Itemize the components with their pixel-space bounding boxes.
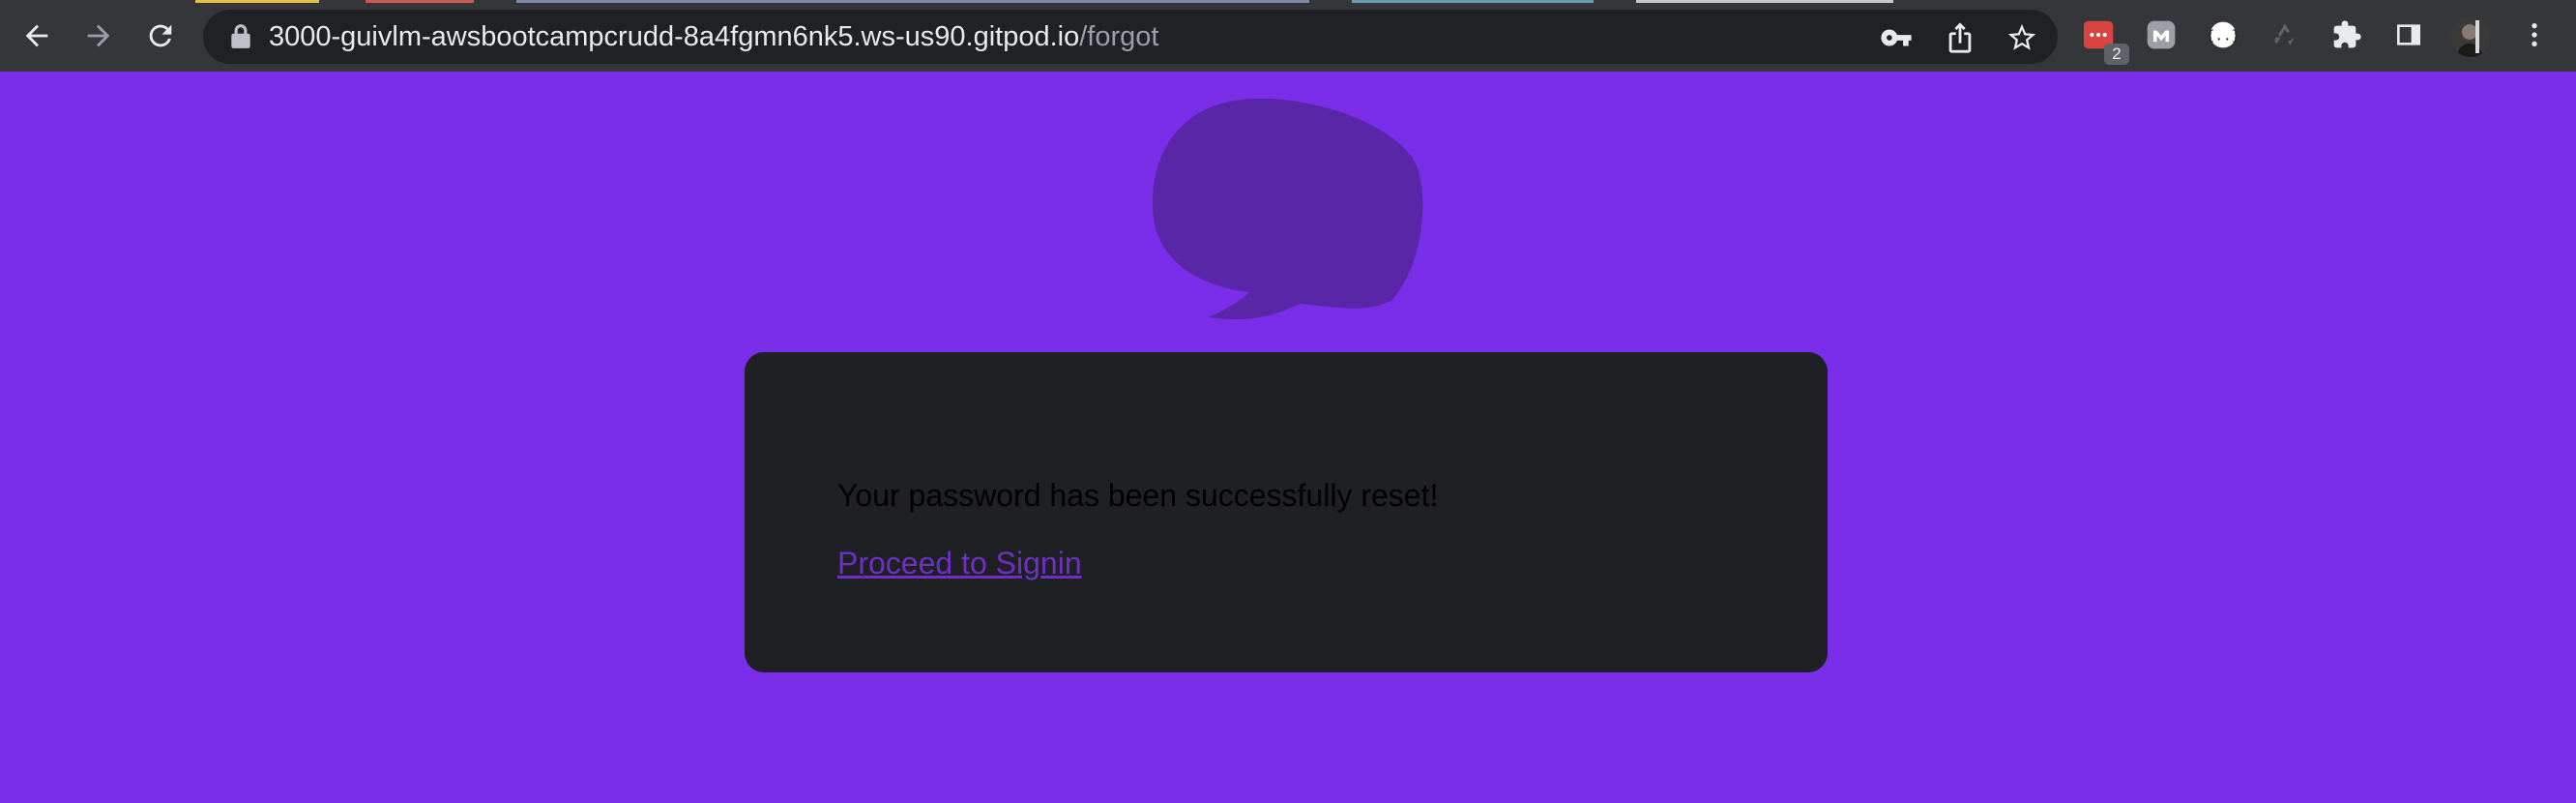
url-text[interactable]: 3000-guivlm-awsbootcampcrudd-8a4fgmn6nk5… [269, 20, 1158, 53]
side-panel-icon[interactable] [2390, 16, 2427, 53]
arrow-left-icon [25, 24, 48, 47]
success-message: Your password has been successfully rese… [837, 478, 1439, 513]
url-host: 3000-guivlm-awsbootcampcrudd-8a4fgmn6nk5… [269, 21, 1080, 52]
tab-indicator [1352, 0, 1594, 3]
speech-bubble-logo-icon [1152, 98, 1423, 320]
tab-indicator [1636, 0, 1893, 3]
extension-bracket-icon[interactable]: {..} [2205, 16, 2241, 53]
extension-recycle-icon[interactable] [2267, 16, 2303, 53]
extension-m-icon[interactable] [2143, 16, 2180, 53]
bookmark-star-icon[interactable] [2005, 21, 2038, 54]
arrow-right-icon [87, 24, 110, 47]
tab-indicator [516, 0, 1309, 3]
profile-avatar[interactable] [2450, 16, 2491, 57]
key-icon[interactable] [1880, 21, 1913, 54]
url-path: /forgot [1079, 21, 1159, 52]
svg-text:{..}: {..} [2207, 28, 2239, 44]
browser-toolbar: 3000-guivlm-awsbootcampcrudd-8a4fgmn6nk5… [0, 0, 2576, 72]
address-bar[interactable]: 3000-guivlm-awsbootcampcrudd-8a4fgmn6nk5… [203, 10, 2058, 64]
share-icon[interactable] [1944, 21, 1976, 54]
avatar-image-icon [2450, 16, 2491, 57]
confirmation-card: Your password has been successfully rese… [745, 352, 1828, 672]
lock-icon [231, 24, 250, 48]
back-button[interactable] [15, 15, 58, 57]
puzzle-icon[interactable] [2328, 16, 2365, 53]
extension-badge: 2 [2104, 44, 2129, 65]
forward-button[interactable] [77, 15, 120, 57]
reload-icon [149, 24, 172, 47]
menu-kebab-icon[interactable] [2516, 16, 2553, 53]
proceed-to-signin-link[interactable]: Proceed to Signin [837, 544, 1082, 582]
tab-indicator [195, 0, 319, 3]
tab-indicator [366, 0, 474, 3]
reload-button[interactable] [139, 15, 182, 57]
